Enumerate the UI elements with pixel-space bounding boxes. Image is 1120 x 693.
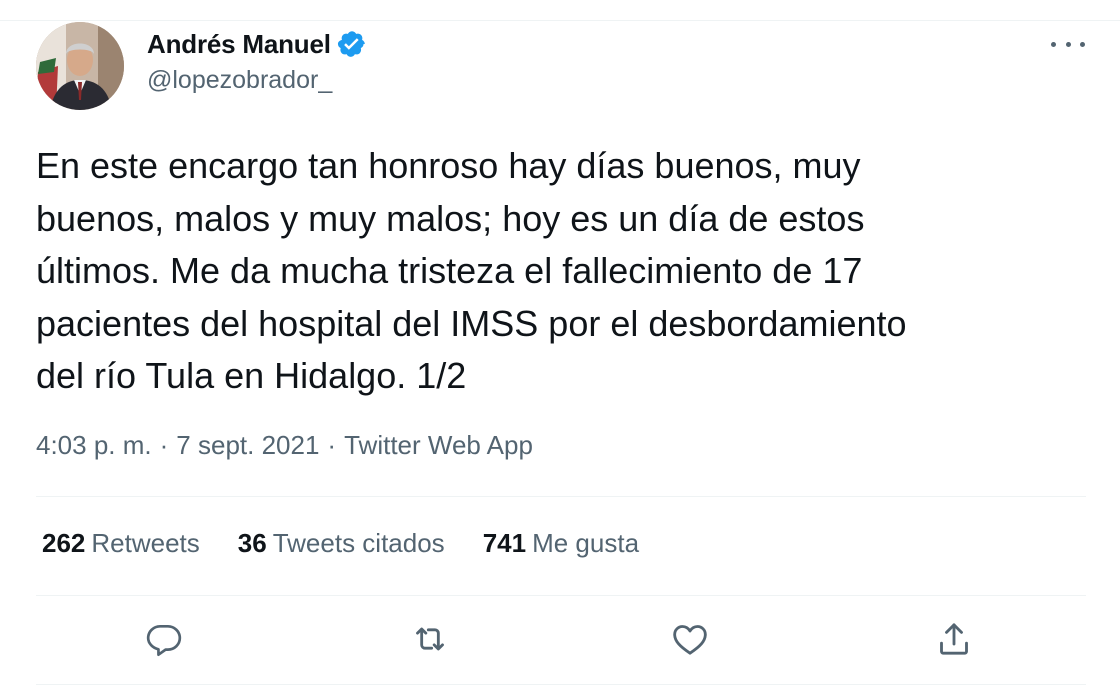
action-bar: [0, 617, 1120, 663]
tweet-line: últimos. Me da mucha tristeza el falleci…: [36, 250, 863, 291]
likes-label: Me gusta: [532, 528, 640, 558]
dot: [1051, 41, 1056, 47]
retweet-icon[interactable]: [408, 617, 452, 661]
tweet-meta: 4:03 p. m. · 7 sept. 2021 · Twitter Web App: [36, 430, 533, 461]
tweet-source[interactable]: Twitter Web App: [344, 430, 533, 460]
divider: [36, 496, 1086, 497]
like-icon[interactable]: [668, 617, 712, 661]
tweet-card: Andrés Manuel @lopezobrador_ En este enc…: [0, 0, 1120, 693]
author-handle[interactable]: @lopezobrador_: [147, 66, 332, 95]
engagement-stats: 262 Retweets 36 Tweets citados 741 Me gusta: [42, 528, 677, 559]
avatar-photo: [36, 22, 124, 110]
tweet-text: En este encargo tan honroso hay días bue…: [36, 140, 1096, 403]
quotes-stat[interactable]: 36 Tweets citados: [238, 528, 445, 559]
avatar[interactable]: [36, 22, 124, 110]
tweet-line: pacientes del hospital del IMSS por el d…: [36, 302, 907, 344]
author-name-row[interactable]: Andrés Manuel: [147, 28, 367, 60]
tweet-date[interactable]: 7 sept. 2021: [176, 430, 319, 460]
tweet-time[interactable]: 4:03 p. m.: [36, 430, 152, 460]
retweets-label: Retweets: [91, 528, 200, 558]
tweet-line: del río Tula en Hidalgo. 1/2: [36, 355, 467, 396]
tweet-line: En este encargo tan honroso hay días bue…: [36, 145, 861, 186]
quotes-count: 36: [237, 528, 267, 558]
reply-icon[interactable]: [142, 617, 186, 661]
dot: [1080, 41, 1085, 47]
tweet-line: buenos, malos y muy malos; hoy es un día…: [36, 197, 865, 239]
divider: [36, 684, 1086, 685]
divider: [36, 595, 1086, 596]
display-name[interactable]: Andrés Manuel: [147, 29, 331, 60]
likes-count: 741: [482, 528, 527, 558]
meta-separator: ·: [327, 430, 337, 460]
share-icon[interactable]: [932, 617, 976, 661]
retweets-count: 262: [42, 528, 86, 558]
verified-badge-icon: [337, 29, 367, 59]
dot: [1065, 41, 1071, 47]
likes-stat[interactable]: 741 Me gusta: [483, 528, 639, 559]
more-options-icon[interactable]: [1051, 34, 1085, 54]
retweets-stat[interactable]: 262 Retweets: [42, 528, 200, 559]
quotes-label: Tweets citados: [272, 528, 445, 558]
meta-separator: ·: [159, 430, 169, 460]
